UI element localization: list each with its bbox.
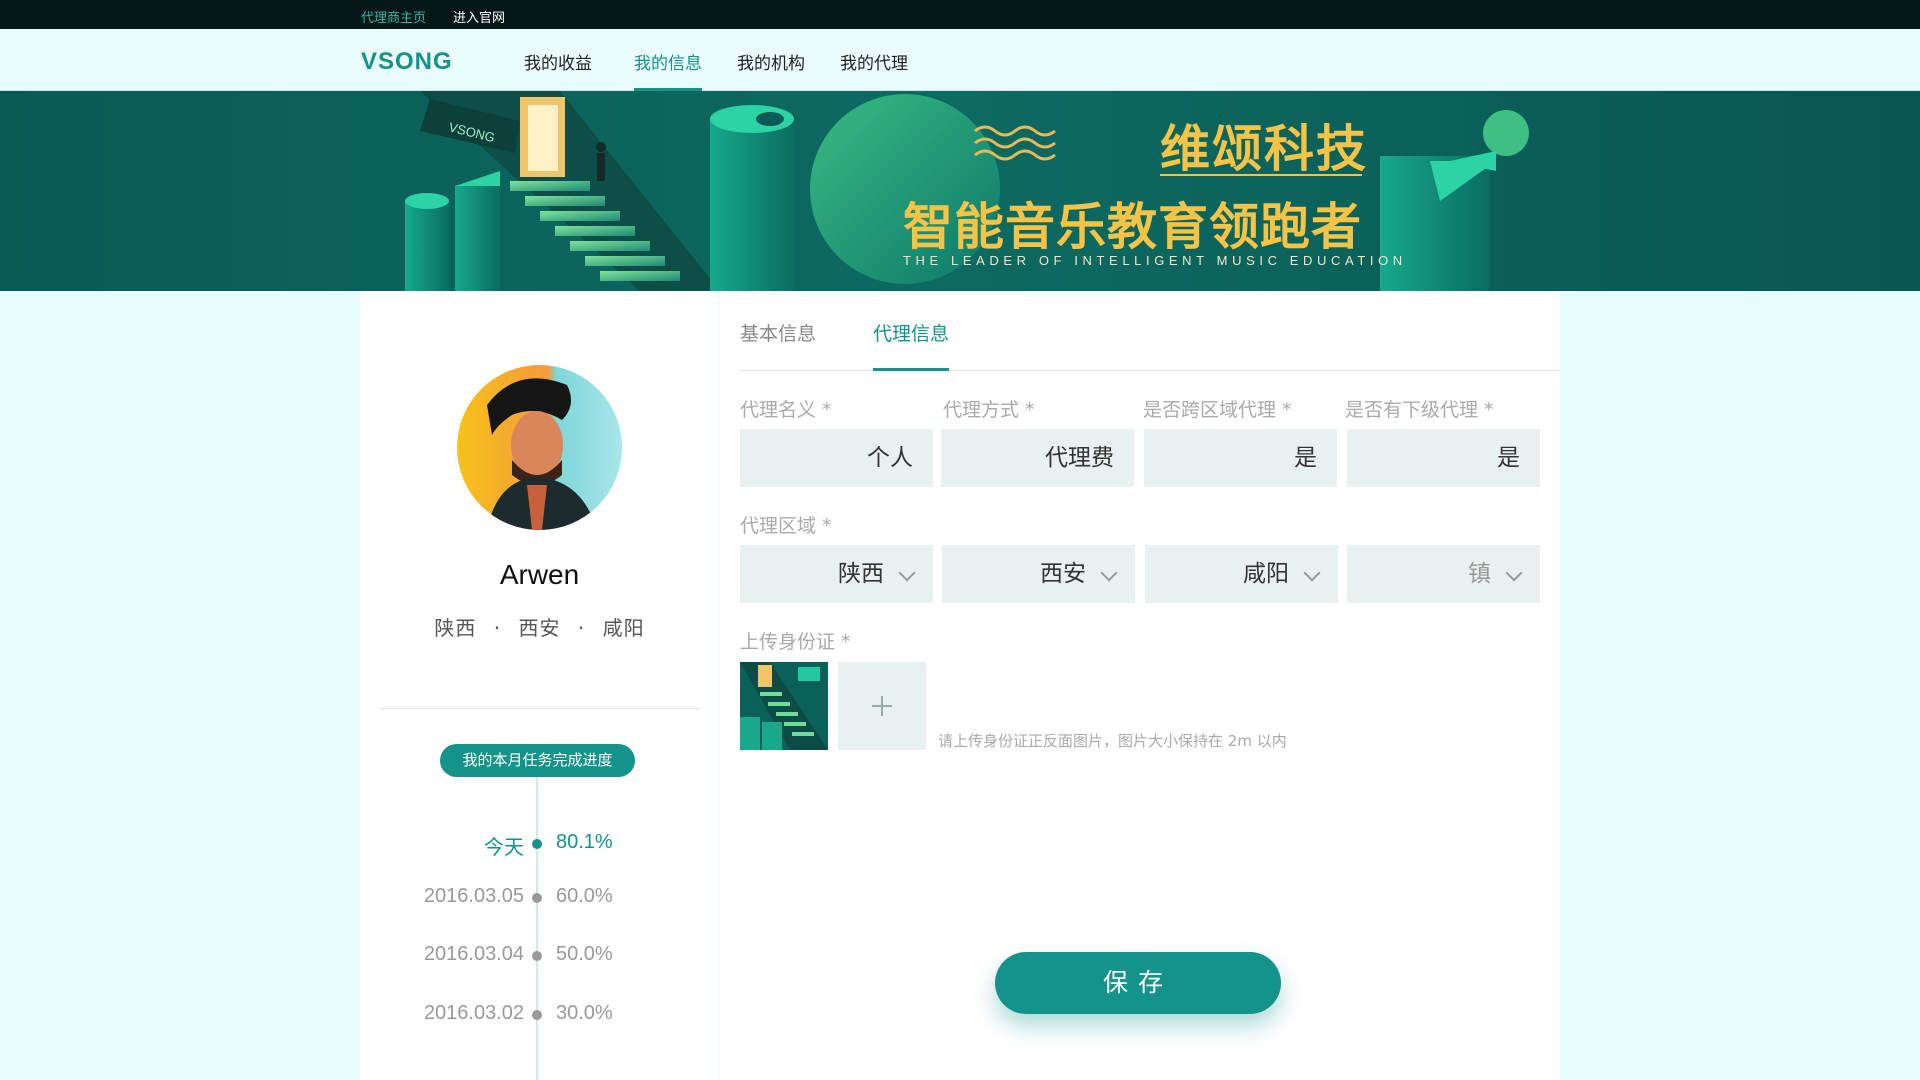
timeline-dot bbox=[532, 951, 542, 961]
cross-region-label: 是否跨区域代理 * bbox=[1143, 399, 1292, 421]
banner-company-title: 维颂科技 bbox=[1160, 120, 1368, 178]
banner-title-underline bbox=[1160, 174, 1362, 176]
agent-region-label: 代理区域 * bbox=[740, 515, 832, 537]
tab-basic-info[interactable]: 基本信息 bbox=[740, 319, 816, 371]
user-location: 陕西 · 西安 · 咸阳 bbox=[360, 612, 719, 641]
nav-my-institution[interactable]: 我的机构 bbox=[737, 49, 805, 91]
tab-agent-info[interactable]: 代理信息 bbox=[873, 319, 950, 371]
profile-card: Arwen 陕西 · 西安 · 咸阳 我的本月任务完成进度 今天 80.1% 2… bbox=[360, 291, 719, 1080]
agent-home-link[interactable]: 代理商主页 bbox=[361, 7, 426, 26]
timeline-value: 60.0% bbox=[556, 885, 613, 907]
location-separator: · bbox=[493, 616, 502, 640]
agent-name-label: 代理名义 * bbox=[740, 399, 832, 421]
top-strip: 代理商主页 进入官网 bbox=[0, 0, 1920, 29]
timeline-dot bbox=[532, 893, 542, 903]
agent-method-label: 代理方式 * bbox=[943, 399, 1035, 421]
agent-method-field[interactable]: 代理费 bbox=[941, 429, 1134, 487]
avatar[interactable] bbox=[457, 365, 622, 530]
timeline-line bbox=[536, 777, 538, 1080]
city-select-value: 西安 bbox=[1040, 561, 1086, 587]
agent-info-form: 基本信息 代理信息 代理名义 * 代理方式 * 是否跨区域代理 * 是否有下级代… bbox=[720, 291, 1560, 1080]
nav-my-info[interactable]: 我的信息 bbox=[634, 49, 702, 91]
district-select-value: 咸阳 bbox=[1243, 561, 1289, 587]
timeline-row: 2016.03.04 50.0% bbox=[360, 943, 719, 969]
hero-banner: VSONG 维颂科技 智能音乐教育领跑者 THE LEADER OF INTEL… bbox=[0, 91, 1920, 291]
plus-icon bbox=[881, 696, 883, 716]
location-separator: · bbox=[577, 616, 586, 640]
timeline-date: 今天 bbox=[484, 837, 524, 859]
nav-my-agents[interactable]: 我的代理 bbox=[840, 49, 908, 91]
timeline-dot bbox=[532, 1010, 542, 1020]
location-city: 西安 bbox=[518, 616, 561, 640]
banner-slogan-cn: 智能音乐教育领跑者 bbox=[903, 198, 1362, 256]
chevron-down-icon bbox=[1505, 564, 1523, 582]
save-button[interactable]: 保存 bbox=[995, 952, 1281, 1014]
timeline-date: 2016.03.02 bbox=[423, 1002, 524, 1024]
sub-agent-field[interactable]: 是 bbox=[1347, 429, 1540, 487]
timeline-row: 2016.03.02 30.0% bbox=[360, 1002, 719, 1028]
svg-text:VSONG: VSONG bbox=[361, 48, 453, 75]
main-nav: VSONG 我的收益 我的信息 我的机构 我的代理 bbox=[0, 29, 1920, 91]
chevron-down-icon bbox=[1303, 564, 1321, 582]
user-name: Arwen bbox=[499, 559, 580, 590]
timeline-value: 80.1% bbox=[556, 831, 613, 853]
town-select[interactable]: 镇 bbox=[1347, 545, 1540, 603]
province-select-value: 陕西 bbox=[838, 561, 884, 587]
cross-region-field[interactable]: 是 bbox=[1144, 429, 1337, 487]
chevron-down-icon bbox=[1100, 564, 1118, 582]
chevron-down-icon bbox=[898, 564, 916, 582]
timeline-row: 2016.03.05 60.0% bbox=[360, 885, 719, 911]
upload-add-button[interactable] bbox=[838, 662, 926, 750]
city-select[interactable]: 西安 bbox=[942, 545, 1135, 603]
upload-hint: 请上传身份证正反面图片，图片大小保持在 2m 以内 bbox=[938, 732, 1287, 750]
timeline-value: 30.0% bbox=[556, 1002, 613, 1024]
location-district: 咸阳 bbox=[602, 616, 645, 640]
timeline-date: 2016.03.05 bbox=[423, 885, 524, 907]
province-select[interactable]: 陕西 bbox=[740, 545, 933, 603]
sub-agent-label: 是否有下级代理 * bbox=[1345, 399, 1494, 421]
uploaded-id-thumbnail[interactable] bbox=[740, 662, 828, 750]
location-province: 陕西 bbox=[434, 616, 477, 640]
profile-divider bbox=[380, 708, 700, 709]
banner-slogan-en: THE LEADER OF INTELLIGENT MUSIC EDUCATIO… bbox=[903, 253, 1407, 268]
district-select[interactable]: 咸阳 bbox=[1145, 545, 1338, 603]
town-select-placeholder: 镇 bbox=[1468, 561, 1491, 587]
timeline-dot bbox=[532, 839, 542, 849]
vsong-logo[interactable]: VSONG bbox=[361, 47, 476, 75]
official-site-link[interactable]: 进入官网 bbox=[453, 7, 505, 26]
timeline-value: 50.0% bbox=[556, 943, 613, 965]
monthly-progress-badge: 我的本月任务完成进度 bbox=[440, 744, 635, 777]
upload-id-label: 上传身份证 * bbox=[740, 631, 851, 653]
form-tabs: 基本信息 代理信息 bbox=[740, 291, 1560, 371]
timeline-row: 今天 80.1% bbox=[360, 831, 719, 859]
timeline-date: 2016.03.04 bbox=[423, 943, 524, 965]
nav-earnings[interactable]: 我的收益 bbox=[524, 49, 592, 91]
agent-name-field[interactable]: 个人 bbox=[740, 429, 933, 487]
